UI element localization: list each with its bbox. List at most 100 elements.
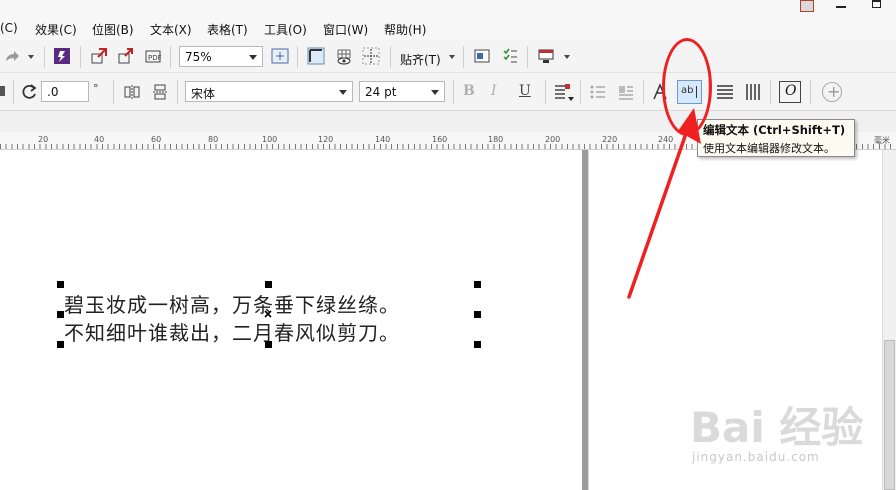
alignment-dropdown-icon[interactable] — [568, 97, 574, 101]
italic-button[interactable]: I — [491, 83, 497, 99]
rotate-icon — [22, 84, 37, 99]
ruler-label: 220 — [602, 135, 618, 144]
tooltip: 编辑文本 (Ctrl+Shift+T) 使用文本编辑器修改文本。 — [697, 119, 855, 157]
toolbar-separator — [390, 46, 391, 68]
menu-item-text[interactable]: 文本(X) — [150, 21, 192, 38]
text-line-2[interactable]: 不知细叶谁裁出，二月春风似剪刀。 — [64, 317, 400, 346]
menu-item-table[interactable]: 表格(T) — [207, 21, 248, 38]
selection-handle[interactable] — [57, 311, 64, 318]
menu-item-window[interactable]: 窗口(W) — [323, 21, 368, 38]
font-name-value: 宋体 — [191, 87, 216, 101]
font-size-combo[interactable]: 24 pt — [359, 81, 445, 102]
publish-pdf-icon[interactable] — [53, 47, 71, 65]
selection-handle[interactable] — [265, 281, 272, 288]
toolbar-separator — [810, 80, 811, 104]
font-size-value: 24 pt — [365, 85, 397, 99]
underline-button[interactable]: U — [519, 83, 531, 99]
menu-item-effects[interactable]: 效果(C) — [35, 21, 77, 38]
launcher-dropdown-icon[interactable] — [564, 55, 570, 59]
watermark-url: jingyan.baidu.com — [692, 450, 820, 464]
center-x-icon — [264, 310, 272, 318]
ruler-label: 20 — [38, 135, 49, 144]
show-guidelines-icon[interactable] — [362, 47, 380, 65]
toolbar-separator — [527, 46, 528, 68]
toolbar-separator — [297, 46, 298, 68]
standard-toolbar: PDF 75% 贴齐(T) — [0, 40, 896, 73]
selection-handle[interactable] — [57, 341, 64, 348]
menu-item-bitmaps[interactable]: 位图(B) — [92, 21, 134, 38]
full-screen-icon[interactable] — [271, 47, 289, 65]
toolbar-separator — [545, 80, 546, 104]
options-checklist-icon[interactable] — [501, 47, 519, 65]
selection-handle[interactable] — [474, 281, 481, 288]
ruler-label: 100 — [262, 135, 278, 144]
user-icon[interactable] — [800, 0, 814, 12]
page-border — [588, 150, 589, 490]
mirror-vertical-icon[interactable] — [151, 83, 169, 101]
toolbar-separator — [463, 46, 464, 68]
scrollbar-thumb[interactable] — [884, 340, 895, 490]
application-launcher-icon[interactable] — [537, 47, 555, 65]
export-pdf-icon[interactable]: PDF — [144, 47, 162, 65]
show-grid-icon[interactable] — [335, 47, 353, 65]
text-property-bar: .0 ° 宋体 24 pt B I U ab O + — [0, 73, 896, 111]
tooltip-description: 使用文本编辑器修改文本。 — [703, 142, 835, 155]
toolbar-separator — [80, 46, 81, 68]
toolbar-separator — [770, 80, 771, 104]
openfont-glyph: O — [785, 83, 797, 99]
horizontal-text-icon[interactable] — [716, 83, 734, 101]
toolbar-separator — [113, 80, 114, 104]
chevron-down-icon — [431, 90, 439, 95]
bold-button[interactable]: B — [463, 83, 475, 99]
watermark: Bai 经验 jingyan.baidu.com — [690, 388, 863, 468]
export-icon[interactable] — [117, 47, 135, 65]
ruler-label: 60 — [151, 135, 162, 144]
font-list-combo[interactable]: 宋体 — [185, 81, 353, 102]
ruler-label: 200 — [545, 135, 561, 144]
selection-handle[interactable] — [265, 341, 272, 348]
ruler-label: 160 — [432, 135, 448, 144]
import-icon[interactable] — [90, 47, 108, 65]
object-position-icon — [0, 86, 5, 96]
rotation-input[interactable]: .0 — [41, 81, 89, 102]
vertical-text-icon[interactable] — [744, 83, 762, 101]
ruler-label: 40 — [94, 135, 105, 144]
redo-dropdown-icon[interactable] — [28, 55, 34, 59]
chevron-down-icon — [339, 90, 347, 95]
maximize-icon[interactable] — [872, 0, 881, 8]
toolbar-separator — [580, 80, 581, 104]
show-rulers-icon[interactable] — [307, 47, 325, 65]
toolbar-separator — [13, 80, 14, 104]
welcome-screen-icon[interactable] — [473, 47, 491, 65]
menu-item-help[interactable]: 帮助(H) — [384, 21, 426, 38]
ruler-label: 120 — [318, 135, 334, 144]
ruler-label: 80 — [208, 135, 219, 144]
ruler-label: 180 — [488, 135, 504, 144]
toolbar-separator — [170, 46, 171, 68]
toolbar-separator — [177, 80, 178, 104]
chevron-down-icon — [249, 55, 257, 60]
ruler-label: 140 — [375, 135, 391, 144]
toolbar-separator — [453, 80, 454, 104]
menu-item-tools[interactable]: 工具(O) — [264, 21, 307, 38]
minimize-icon[interactable] — [836, 6, 846, 8]
add-toolbar-button[interactable]: + — [822, 82, 842, 102]
zoom-value: 75% — [185, 50, 212, 64]
plus-icon: + — [827, 82, 841, 101]
text-line-1[interactable]: 碧玉妆成一树高，万条垂下绿丝绦。 — [64, 289, 400, 318]
snap-to-button[interactable]: 贴齐(T) — [400, 51, 441, 68]
annotation-arrow-icon — [627, 108, 701, 299]
interactive-openfont-button[interactable]: O — [779, 81, 801, 103]
selection-handle[interactable] — [57, 281, 64, 288]
selection-handle[interactable] — [474, 341, 481, 348]
snap-dropdown-icon[interactable] — [449, 55, 455, 59]
selection-handle[interactable] — [474, 311, 481, 318]
rotation-value: .0 — [47, 85, 59, 99]
redo-icon[interactable] — [3, 48, 21, 66]
menu-item-partial[interactable]: (C) — [0, 21, 18, 35]
svg-text:PDF: PDF — [148, 54, 162, 62]
mirror-horizontal-icon[interactable] — [123, 83, 141, 101]
drop-cap-icon[interactable] — [617, 83, 635, 101]
bullet-list-icon[interactable] — [589, 83, 607, 101]
zoom-combo[interactable]: 75% — [179, 46, 263, 67]
